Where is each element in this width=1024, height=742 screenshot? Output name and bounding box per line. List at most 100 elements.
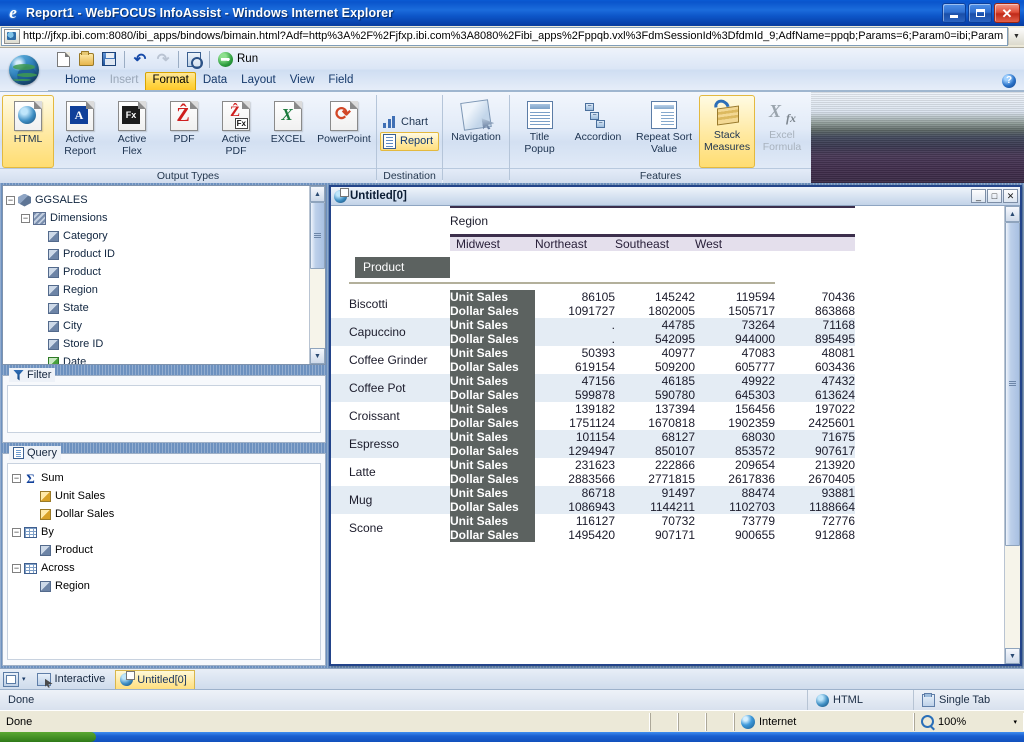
filter-drop-area[interactable] (7, 385, 321, 433)
tab-untitled-0[interactable]: Untitled[0] (115, 669, 195, 689)
query-node-dollar-sales[interactable]: Dollar Sales (12, 505, 316, 523)
run-button[interactable]: Run (214, 49, 265, 69)
output-type-powerpoint[interactable]: ⟳ PowerPoint (314, 95, 374, 168)
browser-zoom-control[interactable]: 100% ▾ (914, 712, 1024, 731)
report-maximize-button[interactable]: □ (987, 189, 1002, 203)
scroll-down-icon[interactable]: ▼ (1005, 648, 1020, 664)
toolbar-separator (124, 50, 125, 68)
app-status-output-format-label: HTML (833, 694, 863, 706)
data-tree-scrollbar[interactable]: ▲ ▼ (309, 186, 325, 364)
query-node-unit-sales[interactable]: Unit Sales (12, 487, 316, 505)
scroll-track[interactable] (1005, 222, 1020, 648)
query-node-by[interactable]: − By (12, 523, 316, 541)
output-type-excel[interactable]: X EXCEL (262, 95, 314, 168)
row-product-label: Coffee Pot (349, 373, 450, 402)
tree-node-category[interactable]: Category (6, 227, 306, 245)
expander-icon[interactable]: − (12, 527, 21, 537)
app-status-tab-mode: Single Tab (914, 690, 1024, 710)
tree-node-dimensions[interactable]: − Dimensions (6, 209, 306, 227)
table-row[interactable]: Mug Unit Sales 86718 91497 88474 93881 (331, 485, 855, 514)
scroll-up-icon[interactable]: ▲ (310, 186, 325, 202)
report-close-button[interactable]: ✕ (1003, 189, 1018, 203)
preview-button[interactable] (183, 49, 205, 69)
close-button[interactable]: ✕ (994, 3, 1020, 23)
spacer-cell (450, 251, 855, 282)
feature-stack-measures[interactable]: Stack Measures (699, 95, 756, 168)
destination-chart[interactable]: Chart (380, 114, 439, 130)
tree-node-product-id[interactable]: Product ID (6, 245, 306, 263)
table-row[interactable]: Capuccino Unit Sales . 44785 73264 71168 (331, 317, 855, 346)
maximize-button[interactable] (968, 3, 992, 23)
query-node-sum[interactable]: − Σ Sum (12, 469, 316, 487)
row-measure-label: Dollar Sales (450, 499, 535, 514)
query-node-across[interactable]: − Across (12, 559, 316, 577)
tree-node-dimensions-label: Dimensions (50, 212, 108, 224)
interactive-icon (36, 672, 51, 686)
browser-security-zone[interactable]: Internet (734, 712, 914, 731)
tree-node-region[interactable]: Region (6, 281, 306, 299)
cell-value: 1091727 (568, 303, 615, 318)
address-dropdown-icon[interactable]: ▼ (1008, 28, 1024, 45)
tab-field[interactable]: Field (321, 72, 360, 90)
table-row[interactable]: Croissant Unit Sales 139182 137394 15645… (331, 401, 855, 423)
tab-menu-icon[interactable] (3, 671, 19, 687)
output-type-pdf[interactable]: Ẑ PDF (158, 95, 210, 168)
redo-button[interactable]: ↷ (152, 49, 174, 69)
table-row[interactable]: Biscotti Unit Sales 86105 145242 119594 … (331, 289, 855, 311)
tab-interactive[interactable]: Interactive (32, 670, 114, 689)
cell-value: 46185 (615, 373, 695, 388)
tree-node-product[interactable]: Product (6, 263, 306, 281)
tree-node-store-id[interactable]: Store ID (6, 335, 306, 353)
tab-home[interactable]: Home (58, 72, 103, 90)
table-row[interactable]: Coffee Pot Unit Sales 47156 46185 49922 … (331, 373, 855, 402)
destination-report[interactable]: Report (380, 131, 440, 151)
open-button[interactable] (75, 49, 97, 69)
tab-menu-caret-icon[interactable]: ▾ (22, 675, 26, 683)
table-row[interactable]: Scone Unit Sales 116127 70732 73779 7277… (331, 513, 855, 535)
tree-node-city[interactable]: City (6, 317, 306, 335)
minimize-button[interactable] (942, 3, 966, 23)
tree-node-date[interactable]: Date (6, 353, 306, 364)
scroll-track[interactable] (310, 202, 325, 348)
save-button[interactable] (98, 49, 120, 69)
address-input[interactable]: http://jfxp.ibi.com:8080/ibi_apps/bindow… (1, 27, 1008, 46)
start-button[interactable] (0, 732, 96, 742)
scroll-up-icon[interactable]: ▲ (1005, 206, 1020, 222)
feature-title-popup[interactable]: Title Popup (512, 95, 567, 168)
scroll-thumb[interactable] (1005, 222, 1020, 546)
scroll-down-icon[interactable]: ▼ (310, 348, 325, 364)
tab-format[interactable]: Format (145, 72, 196, 90)
query-node-region[interactable]: Region (12, 577, 316, 595)
output-type-active-flex[interactable]: Fx Active Flex (106, 95, 158, 168)
new-button[interactable] (52, 49, 74, 69)
report-scrollbar[interactable]: ▲ ▼ (1004, 206, 1020, 664)
tab-view[interactable]: View (283, 72, 322, 90)
help-icon[interactable]: ? (1002, 74, 1016, 88)
expander-icon[interactable]: − (21, 213, 30, 223)
tree-node-ggsales[interactable]: − GGSALES (6, 191, 306, 209)
expander-icon[interactable]: − (12, 473, 21, 483)
undo-button[interactable]: ↶ (129, 49, 151, 69)
query-node-dollar-sales-label: Dollar Sales (55, 508, 115, 520)
report-minimize-button[interactable]: _ (971, 189, 986, 203)
tree-node-state[interactable]: State (6, 299, 306, 317)
zoom-caret-icon[interactable]: ▾ (1013, 718, 1017, 726)
feature-accordion[interactable]: − − − Accordion (567, 95, 629, 168)
output-type-active-report[interactable]: A Active Report (54, 95, 106, 168)
navigation-button[interactable]: Navigation (445, 95, 507, 168)
table-row[interactable]: Latte Unit Sales 231623 222866 209654 21… (331, 457, 855, 479)
table-row[interactable]: Espresso Unit Sales 101154 68127 68030 7… (331, 429, 855, 458)
expander-icon[interactable]: − (6, 195, 15, 205)
cell-value: 1102703 (695, 499, 775, 514)
tab-layout[interactable]: Layout (234, 72, 283, 90)
output-type-active-pdf[interactable]: Ẑ Fx Active PDF (210, 95, 262, 168)
output-type-html[interactable]: HTML (2, 95, 54, 168)
feature-repeat-sort-value[interactable]: Repeat Sort Value (629, 95, 699, 168)
app-status-tab-mode-label: Single Tab (939, 694, 991, 706)
table-row[interactable]: Coffee Grinder Unit Sales 50393 40977 47… (331, 345, 855, 367)
expander-icon[interactable]: − (12, 563, 21, 573)
tab-data[interactable]: Data (196, 72, 234, 90)
cell-value: 1144211 (615, 499, 695, 514)
query-node-product[interactable]: Product (12, 541, 316, 559)
scroll-thumb[interactable] (310, 202, 325, 270)
